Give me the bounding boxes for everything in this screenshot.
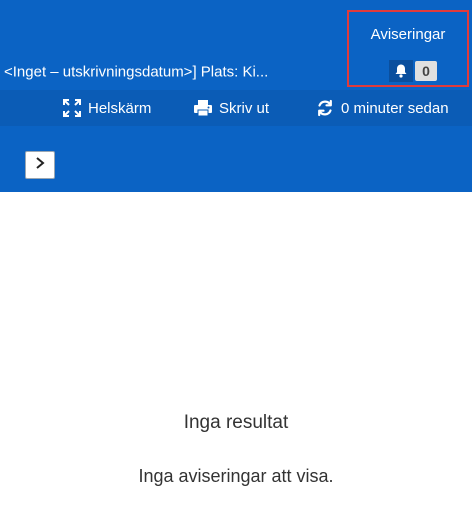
printer-icon: [193, 99, 213, 117]
notifications-widget[interactable]: Aviseringar 0: [347, 10, 469, 87]
bell-icon: [389, 60, 413, 82]
print-button[interactable]: Skriv ut: [193, 90, 269, 126]
notifications-counter[interactable]: 0: [389, 60, 437, 82]
refresh-icon: [315, 98, 335, 118]
empty-state-message: Inga aviseringar att visa.: [138, 466, 334, 486]
print-label: Skriv ut: [219, 99, 270, 117]
chevron-right-icon: [34, 156, 46, 175]
fullscreen-button[interactable]: Helskärm: [62, 90, 151, 126]
empty-state-title: Inga resultat: [183, 412, 289, 433]
toolbar: Helskärm Skriv ut 0 minuter sedan: [0, 90, 472, 126]
refresh-button[interactable]: 0 minuter sedan: [315, 90, 449, 126]
subheader-bar: [0, 126, 472, 192]
notifications-count-badge: 0: [415, 61, 437, 81]
patient-info-text: <Inget – utskrivningsdatum>] Plats: Ki..…: [4, 63, 269, 81]
expand-panel-button[interactable]: [25, 151, 55, 179]
refresh-label: 0 minuter sedan: [341, 99, 449, 117]
top-header-bar: <Inget – utskrivningsdatum>] Plats: Ki..…: [0, 0, 472, 90]
notifications-title: Aviseringar: [370, 26, 446, 43]
expand-icon: [62, 98, 82, 118]
fullscreen-label: Helskärm: [88, 99, 152, 117]
